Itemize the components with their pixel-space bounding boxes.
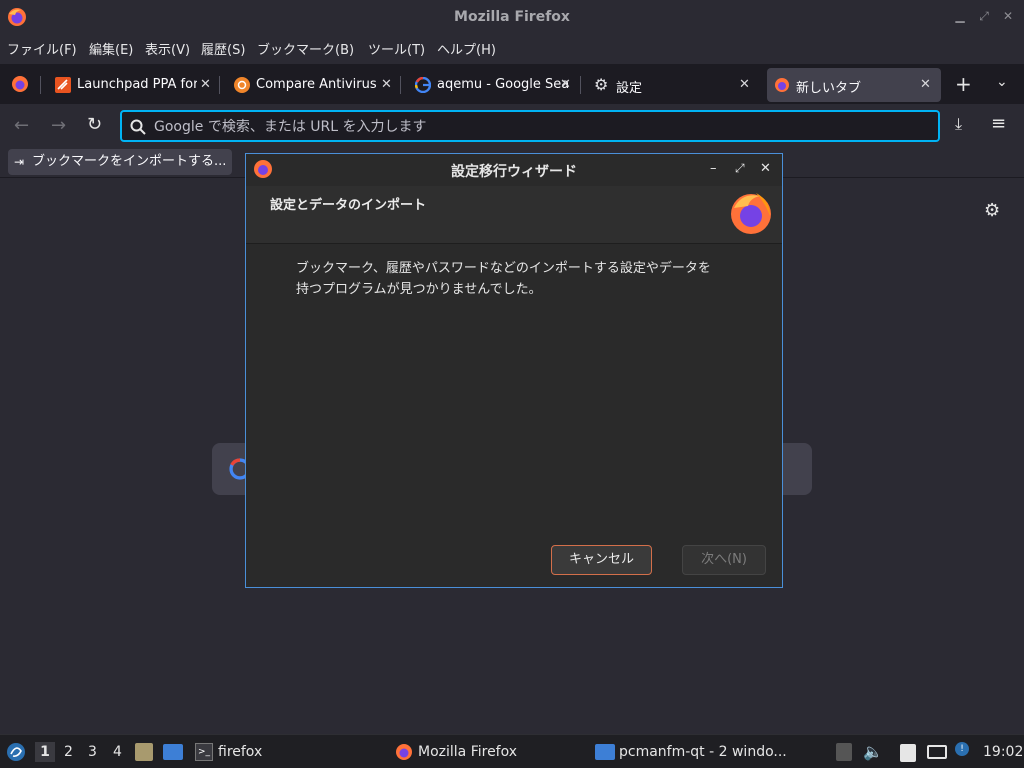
firefox-view-icon[interactable] bbox=[11, 75, 29, 93]
tab-bar: Launchpad PPA for ✕ Compare Antivirus ✕ … bbox=[0, 64, 1024, 104]
tab-settings[interactable]: ⚙ 設定 ✕ bbox=[594, 68, 754, 102]
folder-icon bbox=[595, 744, 615, 760]
tab-launchpad[interactable]: Launchpad PPA for ✕ bbox=[55, 68, 215, 102]
next-button[interactable]: 次へ(N) bbox=[682, 545, 766, 575]
dialog-header: 設定とデータのインポート bbox=[246, 186, 782, 244]
launchpad-icon bbox=[55, 77, 71, 93]
taskbar: 1 2 3 4 >_ firefox Mozilla Firefox pcman… bbox=[0, 734, 1024, 768]
close-window-button[interactable]: ✕ bbox=[1000, 8, 1016, 24]
dialog-maximize-button[interactable]: ⤢ bbox=[735, 161, 745, 176]
taskbar-firefox-task[interactable]: Mozilla Firefox bbox=[418, 744, 517, 760]
dialog-minimize-button[interactable]: – bbox=[710, 161, 717, 176]
tab-label: 設定 bbox=[616, 81, 643, 96]
navigation-bar: ← → ↻ ⤓ ≡ bbox=[0, 104, 1024, 148]
menu-view[interactable]: 表示(V) bbox=[145, 39, 190, 58]
import-bookmarks-label: ブックマークをインポートする... bbox=[32, 154, 227, 169]
menu-file[interactable]: ファイル(F) bbox=[7, 39, 77, 58]
menu-icon[interactable]: ≡ bbox=[991, 113, 1006, 134]
workspace-4[interactable]: 4 bbox=[113, 744, 122, 760]
maximize-button[interactable]: ⤢ bbox=[976, 8, 992, 24]
window-titlebar: Mozilla Firefox ▁ ⤢ ✕ bbox=[0, 0, 1024, 34]
ubuntu-icon bbox=[234, 77, 250, 93]
network-icon[interactable] bbox=[927, 745, 947, 759]
google-icon bbox=[415, 77, 431, 93]
dialog-message-line1: ブックマーク、履歴やパスワードなどのインポートする設定やデータを bbox=[296, 261, 711, 276]
gear-icon: ⚙ bbox=[594, 75, 609, 94]
cancel-button[interactable]: キャンセル bbox=[551, 545, 652, 575]
window-title: Mozilla Firefox bbox=[454, 9, 570, 25]
url-bar[interactable] bbox=[120, 110, 940, 142]
tab-google-search[interactable]: aqemu - Google Sea ✕ bbox=[415, 68, 575, 102]
clock[interactable]: 19:02 bbox=[983, 744, 1023, 760]
update-notifier-icon[interactable]: ! bbox=[955, 742, 969, 756]
volume-icon[interactable]: 🔈 bbox=[863, 742, 883, 761]
customize-gear-icon[interactable]: ⚙ bbox=[984, 200, 1000, 221]
tab-label: Compare Antivirus bbox=[256, 77, 377, 92]
tab-close-icon[interactable]: ✕ bbox=[560, 77, 571, 92]
taskbar-pcmanfm-task[interactable]: pcmanfm-qt - 2 windo... bbox=[619, 744, 787, 760]
url-input[interactable] bbox=[154, 117, 914, 137]
workspace-1[interactable]: 1 bbox=[35, 742, 55, 762]
desktop-launcher-icon[interactable] bbox=[163, 744, 183, 760]
clipboard-icon[interactable] bbox=[900, 744, 916, 762]
workspace-3[interactable]: 3 bbox=[88, 744, 97, 760]
menubar: ファイル(F) 編集(E) 表示(V) 履歴(S) ブックマーク(B) ツール(… bbox=[0, 34, 1024, 62]
tab-new-tab[interactable]: 新しいタブ ✕ bbox=[767, 68, 941, 102]
taskbar-terminal-task[interactable]: firefox bbox=[218, 744, 262, 760]
reload-icon[interactable]: ↻ bbox=[87, 114, 102, 135]
start-menu-icon[interactable] bbox=[6, 742, 26, 762]
menu-help[interactable]: ヘルプ(H) bbox=[437, 39, 496, 58]
tab-close-icon[interactable]: ✕ bbox=[381, 77, 392, 92]
dialog-heading: 設定とデータのインポート bbox=[270, 198, 427, 213]
list-all-tabs-icon[interactable]: ⌄ bbox=[996, 74, 1008, 90]
search-icon bbox=[130, 119, 146, 135]
minimize-button[interactable]: ▁ bbox=[952, 8, 968, 24]
new-tab-icon[interactable]: + bbox=[955, 72, 972, 96]
dialog-close-button[interactable]: ✕ bbox=[760, 161, 771, 176]
menu-tools[interactable]: ツール(T) bbox=[368, 39, 425, 58]
dialog-message-line2: 持つプログラムが見つかりませんでした。 bbox=[296, 282, 542, 297]
tab-compare-antivirus[interactable]: Compare Antivirus ✕ bbox=[234, 68, 394, 102]
tab-separator bbox=[40, 76, 41, 94]
firefox-icon bbox=[396, 744, 412, 760]
tab-label: Launchpad PPA for bbox=[77, 77, 197, 92]
firefox-logo bbox=[731, 193, 771, 234]
tab-close-icon[interactable]: ✕ bbox=[920, 77, 931, 92]
dialog-title: 設定移行ウィザード bbox=[451, 164, 577, 180]
import-bookmarks-button[interactable]: ⇥ ブックマークをインポートする... bbox=[8, 149, 233, 175]
tab-label: 新しいタブ bbox=[796, 81, 862, 96]
forward-icon[interactable]: → bbox=[51, 115, 66, 136]
tray-scroll-icon[interactable] bbox=[836, 743, 852, 761]
dialog-message: ブックマーク、履歴やパスワードなどのインポートする設定やデータを 持つプログラム… bbox=[296, 258, 746, 300]
terminal-icon: >_ bbox=[195, 743, 213, 761]
tab-separator bbox=[400, 76, 401, 94]
menu-bookmarks[interactable]: ブックマーク(B) bbox=[257, 39, 354, 58]
tab-close-icon[interactable]: ✕ bbox=[739, 77, 750, 92]
tab-close-icon[interactable]: ✕ bbox=[200, 77, 211, 92]
back-icon[interactable]: ← bbox=[14, 115, 29, 136]
menu-history[interactable]: 履歴(S) bbox=[201, 39, 245, 58]
dialog-titlebar: 設定移行ウィザード – ⤢ ✕ bbox=[246, 154, 782, 186]
tab-separator bbox=[219, 76, 220, 94]
tab-label: aqemu - Google Sea bbox=[437, 77, 570, 92]
firefox-icon bbox=[775, 78, 789, 92]
file-manager-launcher-icon[interactable] bbox=[135, 743, 153, 761]
migration-wizard-dialog: 設定移行ウィザード – ⤢ ✕ 設定とデータのインポート ブックマーク、履歴やパ… bbox=[245, 153, 783, 588]
menu-edit[interactable]: 編集(E) bbox=[89, 39, 133, 58]
tab-separator bbox=[580, 76, 581, 94]
import-icon: ⇥ bbox=[14, 155, 25, 169]
downloads-icon[interactable]: ⤓ bbox=[955, 114, 962, 134]
workspace-2[interactable]: 2 bbox=[64, 744, 73, 760]
